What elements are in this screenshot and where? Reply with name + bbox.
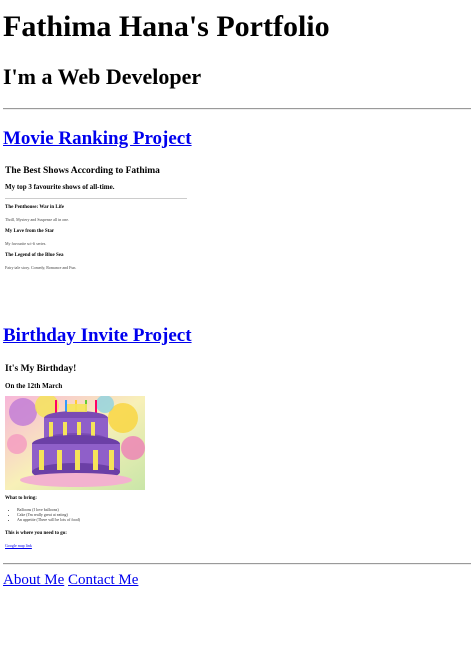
show-title: My Love from the Star xyxy=(5,229,55,234)
bring-heading: What to bring: xyxy=(5,496,37,501)
preview-subtitle: My top 3 favourite shows of all-time. xyxy=(5,183,115,191)
map-link[interactable]: Google map link xyxy=(5,543,32,548)
movie-ranking-preview[interactable]: The Best Shows According to Fathima My t… xyxy=(3,162,193,277)
bring-item: An appetite (There will be lots of food) xyxy=(17,517,80,522)
where-heading: This is where you need to go: xyxy=(5,531,67,536)
preview-title: The Best Shows According to Fathima xyxy=(5,166,160,176)
preview-title: It's My Birthday! xyxy=(5,364,77,374)
show-title: The Legend of the Blue Sea xyxy=(5,253,64,258)
birthday-invite-project-link[interactable]: Birthday Invite Project xyxy=(3,325,192,347)
preview-divider xyxy=(5,198,187,199)
divider xyxy=(3,563,471,565)
about-me-link[interactable]: About Me xyxy=(3,572,64,588)
movie-ranking-project-link[interactable]: Movie Ranking Project xyxy=(3,128,192,150)
show-desc: Thrill, Mystery and Suspense all in one. xyxy=(5,217,69,222)
birthday-cake-image xyxy=(5,394,145,490)
birthday-invite-preview[interactable]: It's My Birthday! On the 12th March What… xyxy=(3,360,193,552)
page-title: Fathima Hana's Portfolio xyxy=(3,10,330,43)
divider xyxy=(3,108,471,110)
contact-me-link[interactable]: Contact Me xyxy=(68,572,138,588)
page-subtitle: I'm a Web Developer xyxy=(3,64,202,89)
footer-nav: About Me Contact Me xyxy=(3,572,138,589)
bring-list: Balloons (I love balloons) Cake (I'm rea… xyxy=(11,507,80,523)
show-desc: My favourite sci-fi series. xyxy=(5,241,47,246)
preview-date: On the 12th March xyxy=(5,382,63,390)
show-desc: Fairy tale story. Comedy, Romance and Fu… xyxy=(5,265,77,270)
show-title: The Penthouse: War in Life xyxy=(5,205,64,210)
